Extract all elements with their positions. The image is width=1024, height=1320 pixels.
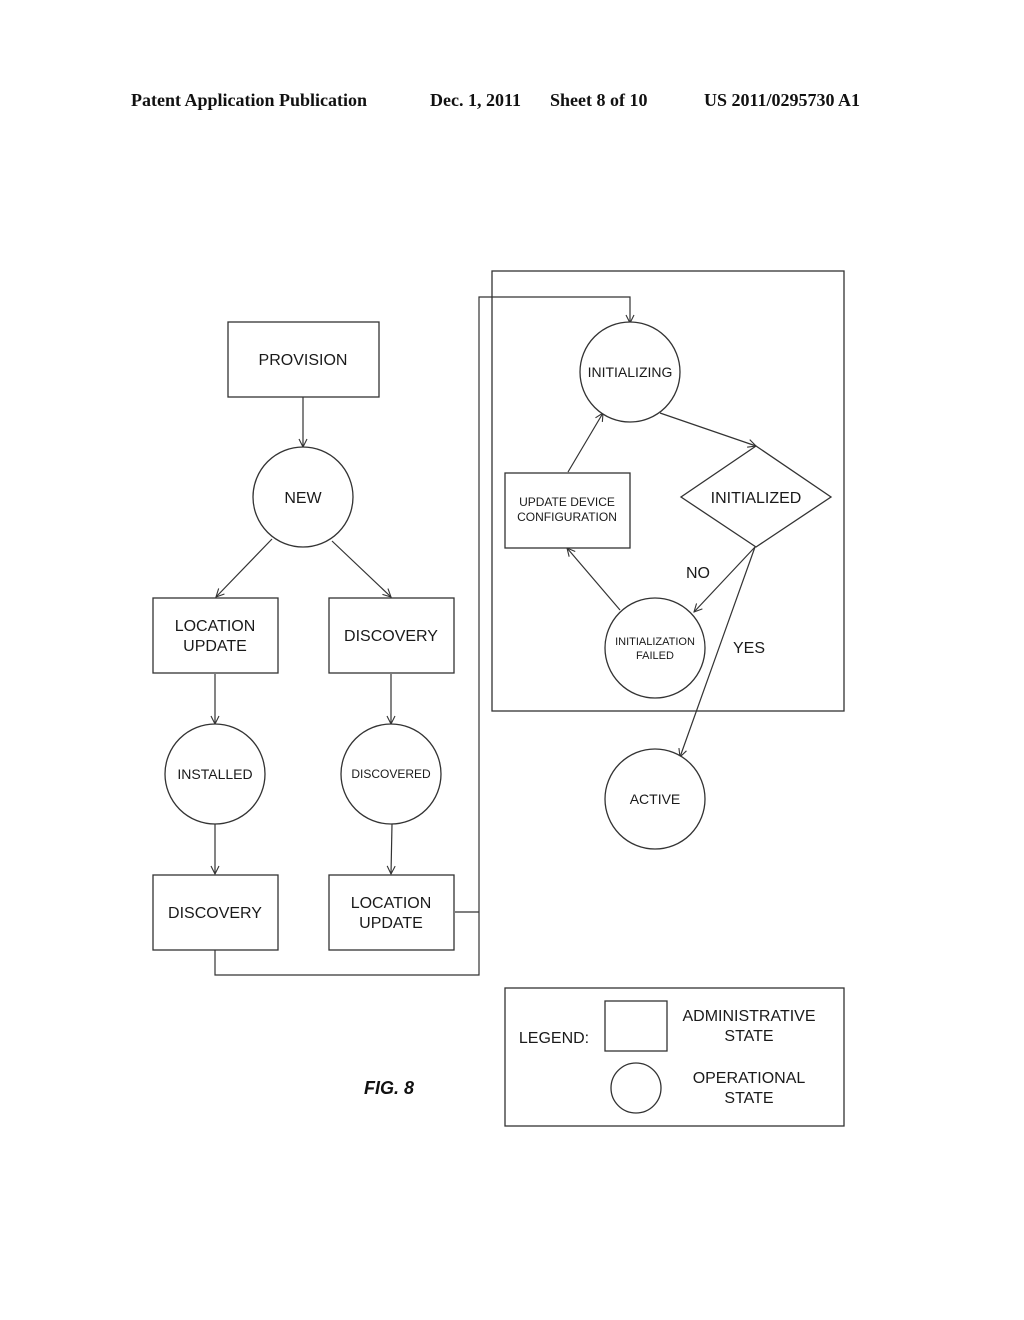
node-update-device-label-2: CONFIGURATION <box>517 510 617 524</box>
node-active-label: ACTIVE <box>630 791 681 807</box>
legend-admin-label-2: STATE <box>724 1028 773 1045</box>
node-discovered-label: DISCOVERED <box>351 767 431 781</box>
edge-discovered-location-update <box>391 823 392 874</box>
node-installed: INSTALLED <box>164 723 266 825</box>
edge-label-yes: YES <box>733 640 765 657</box>
node-location-update-1-label-2: UPDATE <box>183 638 247 655</box>
node-discovered: DISCOVERED <box>340 723 442 825</box>
node-init-failed-label-2: FAILED <box>636 650 674 662</box>
node-discovery-2-label: DISCOVERY <box>168 905 262 922</box>
legend-rectangle-symbol <box>604 1000 668 1052</box>
node-initializing: INITIALIZING <box>579 321 681 423</box>
edge-new-discovery <box>331 540 391 597</box>
node-active: ACTIVE <box>604 748 706 850</box>
node-update-device-label-1: UPDATE DEVICE <box>519 495 615 509</box>
node-initialization-failed: INITIALIZATION FAILED <box>604 597 706 699</box>
edge-new-location-update <box>216 538 273 597</box>
node-initializing-label: INITIALIZING <box>588 364 673 380</box>
node-provision: PROVISION <box>227 321 380 398</box>
legend-oper-label-2: STATE <box>724 1090 773 1107</box>
node-provision-label: PROVISION <box>259 352 348 369</box>
legend-circle-symbol <box>610 1062 662 1114</box>
node-new: NEW <box>252 446 354 548</box>
edge-label-no: NO <box>686 565 710 582</box>
node-location-update-2-label-2: UPDATE <box>359 915 423 932</box>
node-init-failed-label-1: INITIALIZATION <box>615 636 695 648</box>
node-location-update-1-label-1: LOCATION <box>175 618 256 635</box>
node-discovery-2: DISCOVERY <box>152 874 279 951</box>
node-discovery-1-label: DISCOVERY <box>344 628 438 645</box>
node-location-update-2: LOCATION UPDATE <box>328 874 455 951</box>
node-update-device-configuration: UPDATE DEVICE CONFIGURATION <box>504 472 631 549</box>
legend-title: LEGEND: <box>519 1030 589 1047</box>
legend: LEGEND: ADMINISTRATIVE STATE OPERATIONAL… <box>504 987 845 1127</box>
node-location-update-2-label-1: LOCATION <box>351 895 432 912</box>
legend-admin-label-1: ADMINISTRATIVE <box>682 1008 815 1025</box>
node-new-label: NEW <box>284 490 322 507</box>
node-location-update-1: LOCATION UPDATE <box>152 597 279 674</box>
legend-oper-label-1: OPERATIONAL <box>693 1070 806 1087</box>
node-discovery-1: DISCOVERY <box>328 597 455 674</box>
state-diagram: PROVISION NEW LOCATION UPDATE DISCOVERY … <box>152 270 845 1127</box>
node-installed-label: INSTALLED <box>177 766 252 782</box>
figure-label: FIG. 8 <box>364 1078 414 1098</box>
node-initialized-label: INITIALIZED <box>711 490 802 507</box>
